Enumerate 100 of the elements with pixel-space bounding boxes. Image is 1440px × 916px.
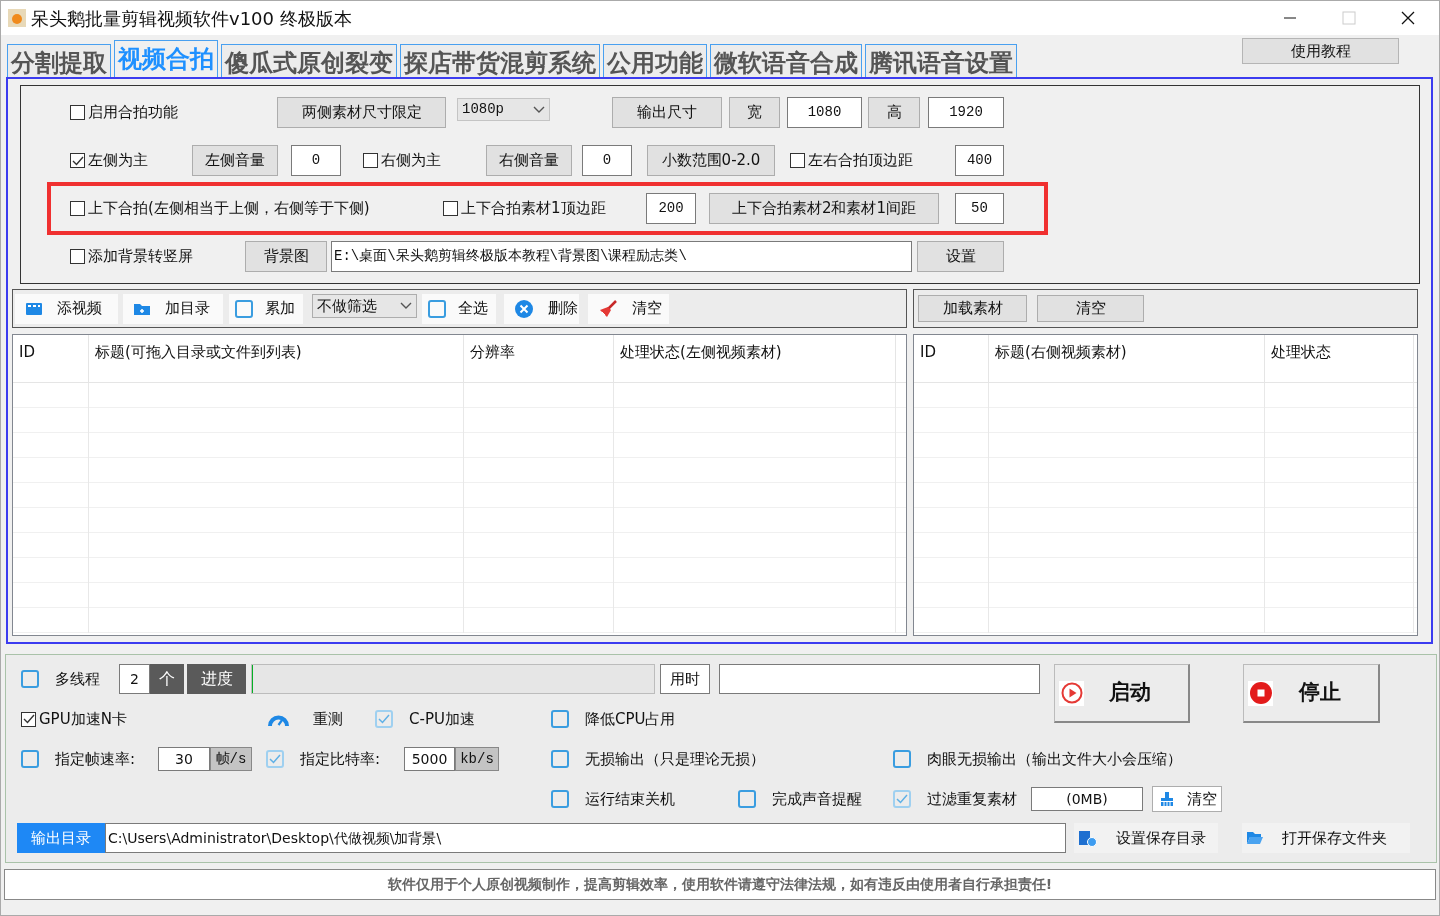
output-label: 输出目录 [17,823,105,853]
checkbox-label: 左侧为主 [88,150,148,172]
input-field[interactable]: (0MB) [1031,787,1143,811]
checkbox-label: 指定帧速率: [55,748,136,770]
checkbox[interactable] [21,670,39,688]
tab[interactable]: 微软语音合成 [710,44,862,77]
checkbox[interactable] [738,790,756,808]
checkbox[interactable] [70,153,85,168]
film-icon [25,300,43,317]
input-field[interactable]: 1080 [787,97,862,128]
app-icon [8,9,26,27]
button[interactable]: 左侧音量 [192,145,278,176]
checkbox-label: 上下合拍(左侧相当于上侧，右侧等于下侧) [88,198,370,220]
input-field[interactable]: E:\桌面\呆头鹅剪辑终极版本教程\背景图\课程励志类\ [331,241,912,272]
broom-icon [598,298,618,319]
checkbox[interactable] [551,750,569,768]
column-header[interactable]: ID [914,335,989,383]
dropdown[interactable]: 1080p [457,98,550,121]
checkbox[interactable] [70,105,85,120]
caret-icon [533,105,545,114]
toolbar-button[interactable]: 清空 [588,293,669,324]
checkbox-label: 运行结束关机 [585,788,675,810]
start-button[interactable]: 启动 [1054,664,1190,723]
button[interactable]: 设置 [917,241,1004,272]
close-circle-icon [514,298,534,319]
checkbox-label: 指定比特率: [300,748,381,770]
unit-label: 帧/s [210,747,252,771]
set-folder-button[interactable]: 设置保存目录 [1074,823,1218,853]
unit-label: kb/s [455,747,499,771]
button[interactable]: 输出尺寸 [612,97,722,128]
input-field[interactable]: 0 [291,145,341,176]
toolbar-button[interactable]: 清空 [1037,295,1144,322]
input-field[interactable]: 2 [119,664,150,694]
input-field[interactable]: 50 [955,193,1004,224]
checkbox[interactable] [235,299,253,318]
tab[interactable]: 公用功能 [603,44,707,77]
checkbox-label: 上下合拍素材1顶边距 [461,198,606,220]
notice-bar: 软件仅用于个人原创视频制作，提高剪辑效率，使用软件请遵守法律法规，如有违反由使用者自行承担责任! [4,869,1436,900]
clear-button[interactable]: 清空 [1152,786,1222,812]
dropdown[interactable]: 不做筛选 [312,294,417,318]
checkbox[interactable] [363,153,378,168]
input-field[interactable] [719,664,1040,694]
checkbox[interactable] [893,750,911,768]
tutorial-button[interactable]: 使用教程 [1242,38,1399,64]
folder-icon [1246,831,1264,845]
column-header[interactable]: 分辨率 [464,335,614,383]
checkbox[interactable] [790,153,805,168]
checkbox-label: C-PU加速 [409,708,475,730]
input-field[interactable]: 200 [646,193,696,224]
tab[interactable]: 探店带货混剪系统 [400,44,600,77]
tab[interactable]: 分割提取 [7,44,111,77]
label-tag: 进度 [187,664,246,694]
caret-icon [400,302,412,310]
checkbox[interactable] [70,201,85,216]
checkbox-label: 启用合拍功能 [88,102,178,124]
button[interactable]: 背景图 [245,241,327,272]
close-icon[interactable] [1401,11,1415,25]
input-field[interactable]: 0 [582,145,632,176]
checkbox[interactable] [551,710,569,728]
input-field[interactable]: 400 [955,145,1004,176]
input-field[interactable]: 1920 [928,97,1004,128]
retest-button[interactable]: 重测 [266,707,350,731]
input-field[interactable]: 5000 [404,747,455,771]
stop-icon [1249,682,1272,704]
button[interactable]: 高 [868,97,920,128]
toolbar-button[interactable]: 添视频 [15,293,118,324]
checkbox-label: 肉眼无损输出（输出文件大小会压缩） [927,748,1182,770]
play-icon [1060,682,1083,704]
toolbar-button[interactable]: 删除 [504,293,579,324]
checkbox-label: 累加 [265,298,295,320]
checkbox[interactable] [443,201,458,216]
checkbox[interactable] [21,750,39,768]
tab[interactable]: 腾讯语音设置 [865,44,1017,77]
checkbox[interactable] [21,711,36,727]
button[interactable]: 宽 [729,97,780,128]
label-tag: 个 [150,664,184,694]
button[interactable]: 小数范围0-2.0 [647,145,775,176]
checkbox[interactable] [70,249,85,264]
input-field[interactable]: 30 [158,747,210,771]
checkbox[interactable] [551,790,569,808]
checkbox-label: 无损输出（只是理论无损） [585,748,765,770]
open-folder-button[interactable]: 打开保存文件夹 [1242,823,1410,853]
window-title: 呆头鹅批量剪辑视频软件v100 终极版本 [31,6,352,31]
stop-button[interactable]: 停止 [1243,664,1380,723]
tab[interactable]: 傻瓜式原创裂变 [221,44,397,77]
checkbox-label: 过滤重复素材 [927,788,1017,810]
button[interactable]: 右侧音量 [486,145,572,176]
toolbar-button[interactable]: 加载素材 [918,295,1027,322]
column-header[interactable]: 标题(可拖入目录或文件到列表) [89,335,464,383]
toolbar-button[interactable]: 加目录 [123,293,223,324]
column-header[interactable]: ID [13,335,89,383]
button[interactable]: 上下合拍素材2和素材1间距 [709,193,939,224]
button[interactable]: 两侧素材尺寸限定 [277,97,446,128]
checkbox[interactable] [428,299,446,318]
column-header[interactable]: 处理状态(左侧视频素材) [614,335,896,383]
checkbox-label: 添加背景转竖屏 [88,246,193,268]
checkbox-label: 全选 [458,298,488,320]
input-field[interactable]: C:\Users\Administrator\Desktop\代做视频\加背景\ [105,823,1066,853]
column-header[interactable]: 处理状态 [1265,335,1414,383]
column-header[interactable]: 标题(右侧视频素材) [989,335,1265,383]
